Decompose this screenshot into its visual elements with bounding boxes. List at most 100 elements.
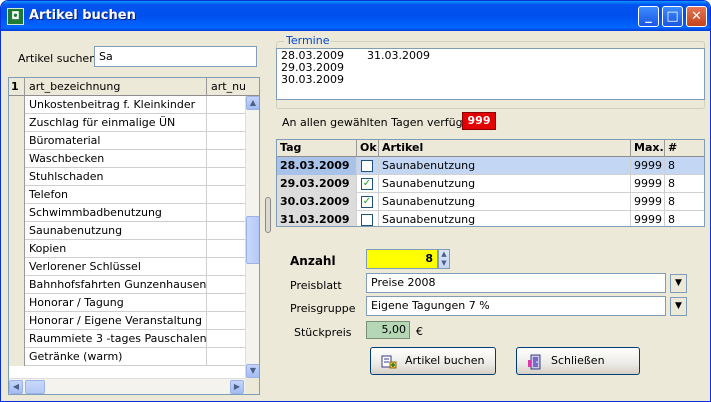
- ok-cell: ✓: [357, 193, 379, 211]
- minimize-button[interactable]: _: [638, 6, 659, 27]
- article-number: [207, 330, 245, 348]
- article-name: Telefon: [25, 186, 207, 204]
- article-number: [207, 132, 245, 150]
- horizontal-scroll-thumb[interactable]: [25, 380, 45, 394]
- panel-splitter[interactable]: [264, 31, 272, 399]
- booking-article: Saunabenutzung: [379, 175, 631, 193]
- article-vertical-scrollbar[interactable]: ▲ ▼: [245, 96, 259, 378]
- search-input[interactable]: Sa: [94, 46, 257, 67]
- termine-line: 30.03.2009: [281, 74, 700, 86]
- preisgruppe-select[interactable]: Eigene Tagungen 7 %: [366, 296, 666, 316]
- article-name: Unkostenbeitrag f. Kleinkinder: [25, 96, 207, 114]
- booking-grid: Tag Ok Artikel Max. # 28.03.2009 Saunabe…: [276, 139, 705, 227]
- table-row[interactable]: Getränke (warm): [9, 348, 245, 366]
- title-bar[interactable]: ◘ Artikel buchen _ □ ✕: [1, 1, 710, 31]
- booking-row[interactable]: 28.03.2009 Saunabenutzung 9999 8: [277, 157, 704, 175]
- artikel-buchen-label: Artikel buchen: [405, 354, 485, 367]
- scroll-down-icon[interactable]: ▼: [246, 364, 259, 378]
- preisblatt-select[interactable]: Preise 2008: [366, 273, 666, 293]
- splitter-grip-icon[interactable]: [265, 197, 271, 233]
- ok-checkbox-checked[interactable]: ✓: [361, 178, 373, 190]
- ok-cell: [357, 157, 379, 175]
- row-indicator: [9, 294, 25, 312]
- maximize-button[interactable]: □: [662, 6, 683, 27]
- table-row[interactable]: Zuschlag für einmalige ÜN: [9, 114, 245, 132]
- article-panel: Artikel suchen Sa 1 art_bezeichnung art_…: [4, 31, 264, 399]
- table-row[interactable]: Telefon: [9, 186, 245, 204]
- table-row[interactable]: Büromaterial: [9, 132, 245, 150]
- vertical-scroll-thumb[interactable]: [246, 216, 259, 264]
- row-indicator: [9, 96, 25, 114]
- row-indicator-header[interactable]: 1: [9, 78, 25, 96]
- column-header-ok[interactable]: Ok: [357, 140, 379, 157]
- table-row[interactable]: Unkostenbeitrag f. Kleinkinder: [9, 96, 245, 114]
- scroll-corner: [245, 378, 259, 394]
- booking-max: 9999: [631, 157, 665, 175]
- row-indicator: [9, 150, 25, 168]
- table-row[interactable]: Raummiete 3 -tages Pauschalen: [9, 330, 245, 348]
- row-indicator: [9, 240, 25, 258]
- artikel-buchen-button[interactable]: Artikel buchen: [370, 347, 496, 375]
- table-row[interactable]: Schwimmbadbenutzung: [9, 204, 245, 222]
- column-header-art-nu[interactable]: art_nu: [207, 78, 245, 96]
- article-number: [207, 294, 245, 312]
- article-name: Bahnhofsfahrten Gunzenhausen: [25, 276, 207, 294]
- booking-date: 31.03.2009: [277, 211, 357, 226]
- article-name: Kopien: [25, 240, 207, 258]
- scroll-right-icon[interactable]: ▶: [230, 380, 244, 394]
- client-area: Artikel suchen Sa 1 art_bezeichnung art_…: [4, 31, 707, 399]
- table-row[interactable]: Honorar / Tagung: [9, 294, 245, 312]
- search-label: Artikel suchen: [18, 52, 97, 65]
- booking-date: 29.03.2009: [277, 175, 357, 193]
- article-number: [207, 276, 245, 294]
- ok-checkbox-checked[interactable]: ✓: [361, 196, 373, 208]
- booking-grid-header: Tag Ok Artikel Max. #: [277, 140, 704, 157]
- scroll-up-icon[interactable]: ▲: [246, 96, 259, 110]
- table-row[interactable]: Kopien: [9, 240, 245, 258]
- booking-row[interactable]: 30.03.2009 ✓ Saunabenutzung 9999 8: [277, 193, 704, 211]
- article-number: [207, 150, 245, 168]
- close-window-button[interactable]: ✕: [686, 6, 707, 27]
- booking-row[interactable]: 29.03.2009 ✓ Saunabenutzung 9999 8: [277, 175, 704, 193]
- ok-checkbox[interactable]: [361, 214, 373, 226]
- column-header-tag[interactable]: Tag: [277, 140, 357, 157]
- booking-row[interactable]: 31.03.2009 Saunabenutzung 9999 8: [277, 211, 704, 226]
- table-row[interactable]: Verlorener Schlüssel: [9, 258, 245, 276]
- column-header-max[interactable]: Max.: [631, 140, 665, 157]
- preisgruppe-label: Preisgruppe: [290, 302, 356, 315]
- table-row[interactable]: Honorar / Eigene Veranstaltung: [9, 312, 245, 330]
- availability-value: 999: [462, 112, 496, 130]
- article-number: [207, 114, 245, 132]
- table-row[interactable]: Stuhlschaden: [9, 168, 245, 186]
- chevron-down-icon[interactable]: ▼: [670, 297, 687, 316]
- article-number: [207, 258, 245, 276]
- schliessen-button[interactable]: Schließen: [516, 347, 640, 375]
- article-name: Raummiete 3 -tages Pauschalen: [25, 330, 207, 348]
- chevron-down-icon[interactable]: ▼: [670, 274, 687, 293]
- column-header-art-bezeichnung[interactable]: art_bezeichnung: [25, 78, 207, 96]
- booking-count: 8: [668, 213, 675, 226]
- booking-count: 8: [668, 159, 675, 172]
- termine-list[interactable]: 28.03.2009 31.03.2009 29.03.2009 30.03.20…: [276, 48, 705, 100]
- column-header-artikel[interactable]: Artikel: [379, 140, 631, 157]
- anzahl-input[interactable]: 8: [366, 249, 438, 269]
- ok-cell: [357, 211, 379, 226]
- spin-down-icon[interactable]: ▼: [439, 259, 449, 268]
- anzahl-spinner[interactable]: ▲ ▼: [438, 249, 450, 269]
- termine-legend: Termine: [284, 34, 332, 47]
- table-row[interactable]: Waschbecken: [9, 150, 245, 168]
- article-number: [207, 96, 245, 114]
- table-row[interactable]: Saunabenutzung: [9, 222, 245, 240]
- article-horizontal-scrollbar[interactable]: ◀ ▶: [9, 378, 245, 394]
- ok-checkbox[interactable]: [361, 160, 373, 172]
- spin-up-icon[interactable]: ▲: [439, 250, 449, 259]
- table-row[interactable]: Bahnhofsfahrten Gunzenhausen: [9, 276, 245, 294]
- article-number: [207, 240, 245, 258]
- scroll-left-icon[interactable]: ◀: [9, 380, 23, 394]
- article-name: Getränke (warm): [25, 348, 207, 366]
- add-item-icon: [381, 355, 397, 369]
- row-indicator: [9, 312, 25, 330]
- column-header-nr[interactable]: #: [665, 140, 704, 157]
- article-number: [207, 222, 245, 240]
- exit-door-icon: [528, 354, 541, 370]
